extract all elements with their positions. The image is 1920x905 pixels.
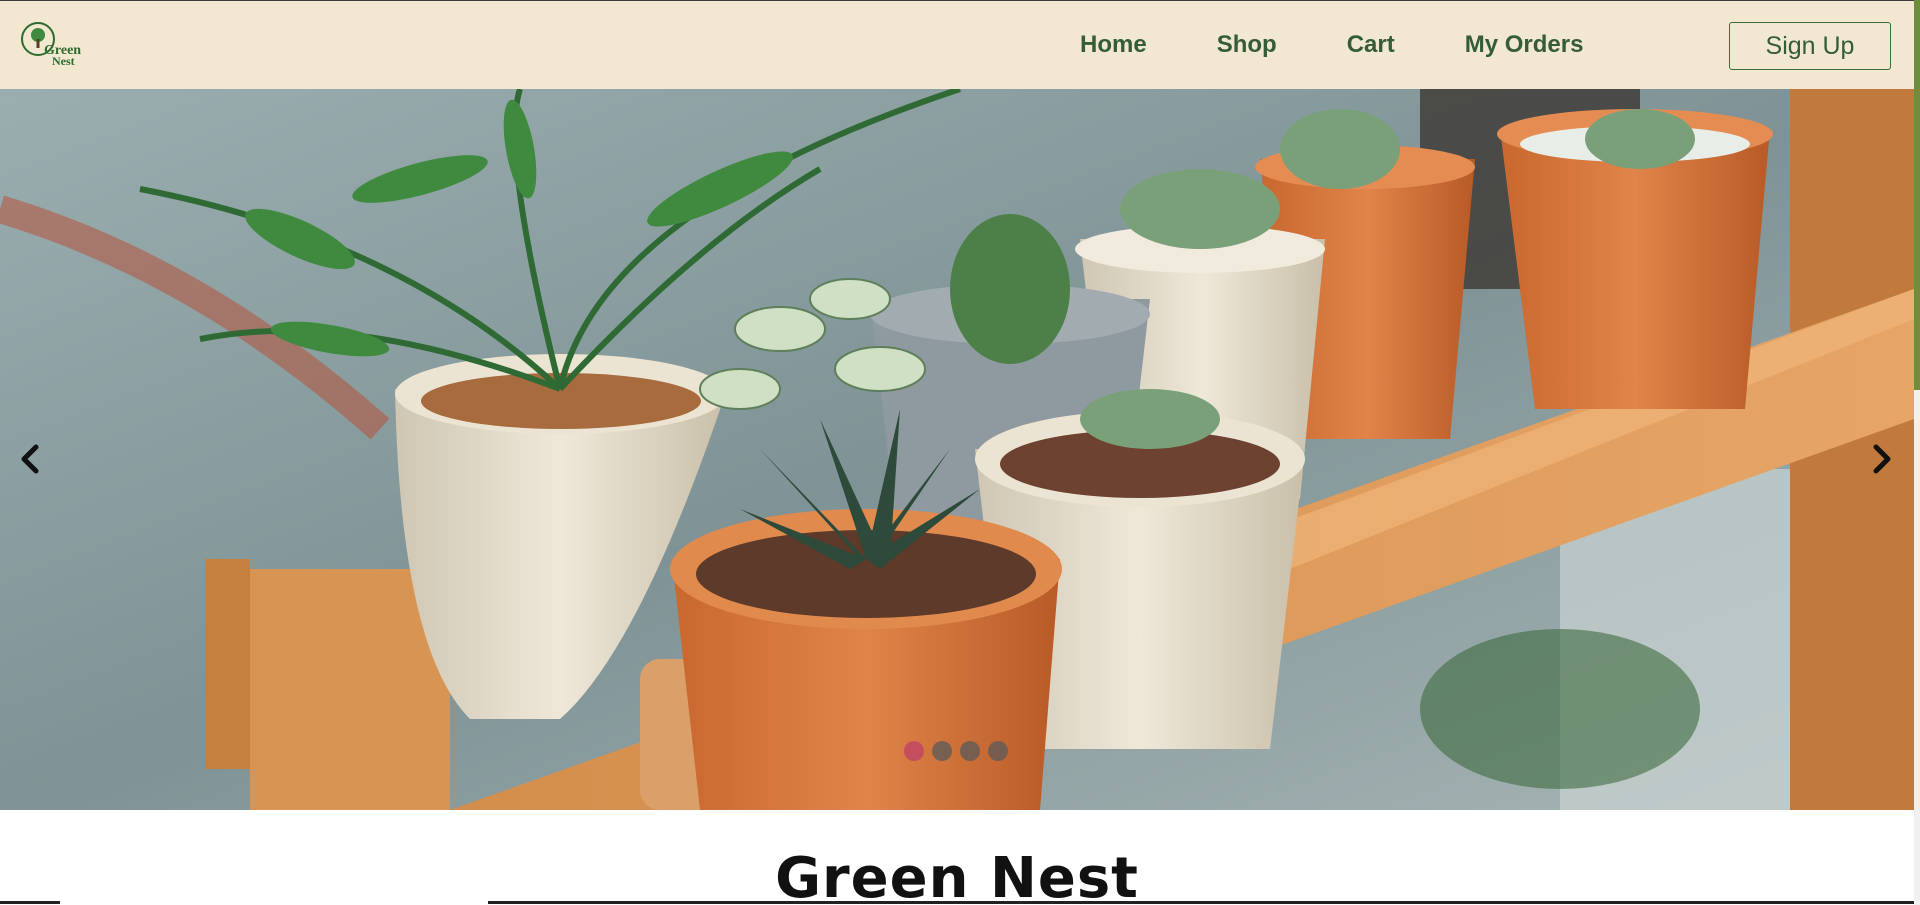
carousel-indicators bbox=[904, 741, 1008, 761]
scrollbar-thumb[interactable] bbox=[1914, 0, 1920, 390]
page: Green Nest Home Shop Cart My Orders Sign… bbox=[0, 0, 1914, 905]
carousel-dot-4[interactable] bbox=[988, 741, 1008, 761]
main-nav: Home Shop Cart My Orders bbox=[1080, 31, 1583, 59]
carousel-prev-button[interactable] bbox=[10, 439, 50, 479]
carousel-dot-2[interactable] bbox=[932, 741, 952, 761]
divider-right bbox=[488, 901, 1914, 904]
nav-shop[interactable]: Shop bbox=[1217, 31, 1277, 59]
scrollbar-track[interactable] bbox=[1914, 0, 1920, 905]
navbar: Green Nest Home Shop Cart My Orders Sign… bbox=[0, 0, 1914, 89]
carousel-dot-3[interactable] bbox=[960, 741, 980, 761]
divider-left bbox=[0, 901, 60, 904]
nav-cart[interactable]: Cart bbox=[1347, 31, 1395, 59]
logo-text: Green Nest bbox=[44, 44, 81, 68]
chevron-left-icon bbox=[21, 444, 39, 474]
hero-image bbox=[0, 89, 1914, 810]
nav-home[interactable]: Home bbox=[1080, 31, 1147, 59]
carousel-next-button[interactable] bbox=[1862, 439, 1902, 479]
logo[interactable]: Green Nest bbox=[20, 21, 86, 69]
site-title: Green Nest bbox=[775, 846, 1139, 905]
hero-carousel bbox=[0, 89, 1914, 810]
chevron-right-icon bbox=[1873, 444, 1891, 474]
signup-button[interactable]: Sign Up bbox=[1729, 22, 1891, 70]
carousel-dot-1[interactable] bbox=[904, 741, 924, 761]
nav-my-orders[interactable]: My Orders bbox=[1465, 31, 1584, 59]
